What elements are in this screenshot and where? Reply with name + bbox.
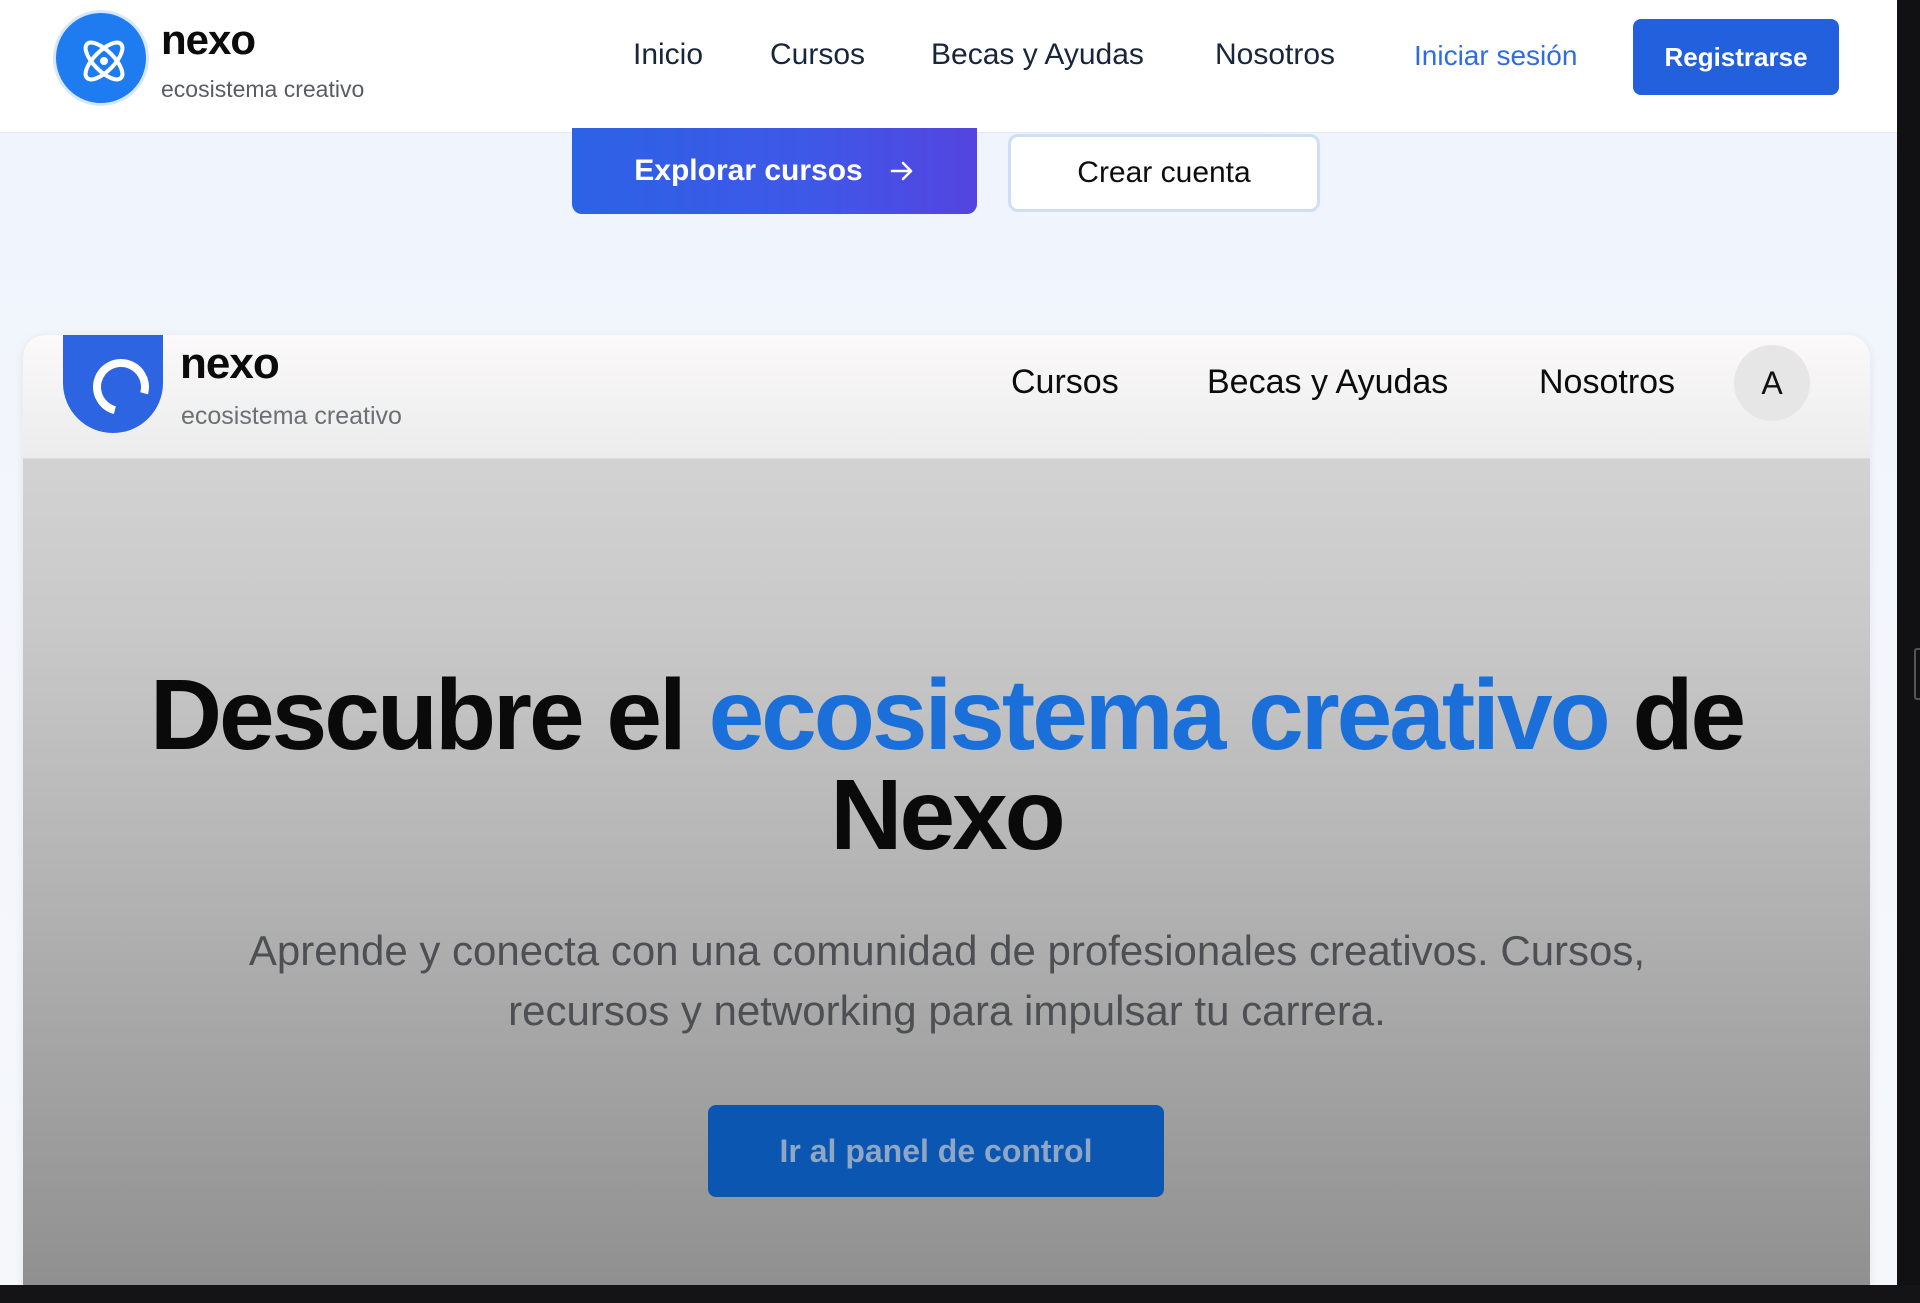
preview-nav-link-nosotros[interactable]: Nosotros [1539,363,1675,402]
subtitle-line2: recursos y networking para impulsar tu c… [508,987,1386,1034]
login-link[interactable]: Iniciar sesión [1414,40,1577,72]
user-avatar[interactable]: A [1734,345,1810,421]
top-navbar: nexo ecosistema creativo Inicio Cursos B… [0,0,1897,133]
explore-courses-button[interactable]: Explorar cursos [572,128,977,214]
nav-link-inicio[interactable]: Inicio [633,38,703,72]
atom-icon [83,40,125,82]
explore-courses-label: Explorar cursos [634,154,863,187]
nav-link-cursos[interactable]: Cursos [770,38,865,72]
resize-handle-icon[interactable] [1914,648,1920,700]
ring-icon[interactable] [63,335,163,433]
preview-screenshot: nexo ecosistema creativo Cursos Becas y … [23,335,1870,1285]
headline-part1: Descubre el [149,659,709,771]
hero-subtitle: Aprende y conecta con una comunidad de p… [203,921,1691,1041]
browser-viewport: nexo ecosistema creativo Inicio Cursos B… [0,0,1897,1285]
headline-accent: ecosistema creativo [708,659,1611,771]
arrow-right-icon [890,161,913,181]
brand-name[interactable]: nexo [161,16,256,64]
window-bottom-edge [0,1285,1920,1303]
brand-logo[interactable] [53,10,149,106]
create-account-button[interactable]: Crear cuenta [1008,134,1320,212]
preview-brand-tagline: ecosistema creativo [181,402,402,430]
hero-headline: Descubre el ecosistema creativo de Nexo [23,665,1870,865]
subtitle-line1: Aprende y conecta con una comunidad de p… [248,927,1646,974]
brand-tagline: ecosistema creativo [161,76,365,102]
preview-nav-link-becas[interactable]: Becas y Ayudas [1207,363,1448,402]
preview-brand-name[interactable]: nexo [180,339,280,389]
dashboard-button[interactable]: Ir al panel de control [708,1105,1164,1197]
preview-nav-link-cursos[interactable]: Cursos [1011,363,1119,402]
window-edge [1897,0,1920,1303]
nav-link-becas[interactable]: Becas y Ayudas [931,38,1144,72]
nav-link-nosotros[interactable]: Nosotros [1215,38,1335,72]
preview-navbar: nexo ecosistema creativo Cursos Becas y … [23,335,1870,459]
register-button[interactable]: Registrarse [1633,19,1839,95]
headline-line2: Nexo [830,759,1066,871]
headline-part2: de [1607,659,1746,771]
